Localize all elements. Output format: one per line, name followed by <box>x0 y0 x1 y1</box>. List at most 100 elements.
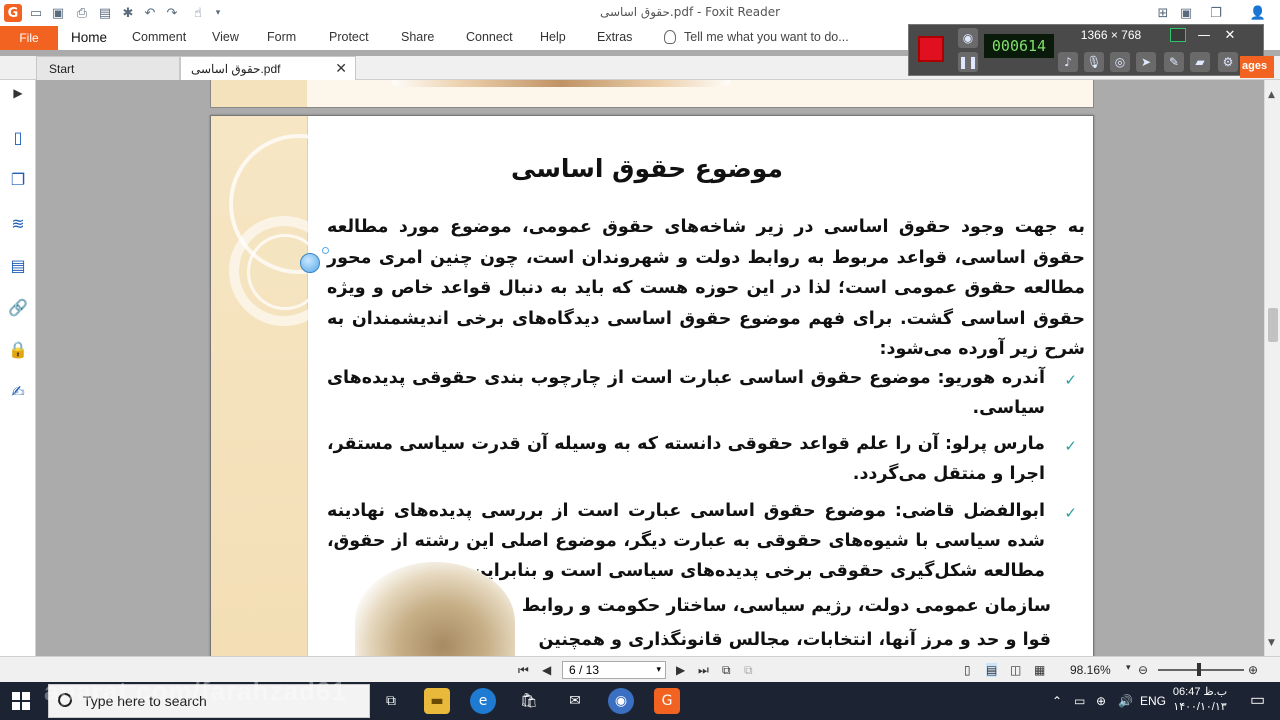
close-tab-icon[interactable]: ✕ <box>335 60 347 77</box>
tab-document-label: حقوق اساسی.pdf <box>191 62 281 76</box>
recorder-window-icon[interactable] <box>1170 28 1186 42</box>
single-page-view-icon[interactable]: ▯ <box>964 663 971 677</box>
selection-handle[interactable] <box>300 253 320 273</box>
taskbar-search-box[interactable]: Type here to search <box>48 684 370 718</box>
mail-icon[interactable]: ✉ <box>562 688 588 714</box>
first-page-icon[interactable]: ⏮ <box>518 663 529 678</box>
tab-comment[interactable]: Comment <box>132 30 186 44</box>
hand-tool-icon[interactable]: ☝ <box>188 3 208 23</box>
network-icon[interactable]: ▭ <box>1074 694 1085 708</box>
record-stop-button[interactable] <box>918 36 944 62</box>
edge-browser-icon[interactable]: e <box>470 688 496 714</box>
previous-page-icon[interactable]: ◀ <box>542 663 551 677</box>
settings-gear-icon[interactable]: ⚙ <box>1218 52 1238 72</box>
recorder-minimize-icon[interactable]: — <box>1196 28 1212 43</box>
vertical-scrollbar[interactable]: ▲ ▼ <box>1264 80 1280 656</box>
scroll-up-arrow-icon[interactable]: ▲ <box>1268 90 1275 100</box>
zoom-out-icon[interactable]: ⊖ <box>1138 663 1148 677</box>
tab-current-document[interactable]: حقوق اساسی.pdf ✕ <box>180 56 356 80</box>
pen-icon[interactable]: ✎ <box>1164 52 1184 72</box>
save-icon[interactable]: ▣ <box>48 3 68 23</box>
recorder-close-icon[interactable]: ✕ <box>1222 28 1238 43</box>
facing-view-icon[interactable]: ◫ <box>1010 663 1021 677</box>
comments-icon[interactable]: ▤ <box>7 254 29 276</box>
checkmark-icon: ✓ <box>1064 504 1077 522</box>
tell-me-label: Tell me what you want to do... <box>684 30 849 44</box>
camera-icon[interactable]: ◉ <box>958 28 978 48</box>
tab-protect[interactable]: Protect <box>329 30 369 44</box>
print-icon[interactable]: ⎙ <box>72 3 92 23</box>
page-number-input[interactable]: 6 / 13 ▾ <box>562 661 666 679</box>
tab-connect[interactable]: Connect <box>466 30 513 44</box>
last-page-icon[interactable]: ⏭ <box>698 663 709 678</box>
pages-thumbnail-icon[interactable]: ❐ <box>7 168 29 190</box>
zoom-level[interactable]: 98.16% <box>1070 663 1111 677</box>
scan-icon[interactable]: ▤ <box>95 3 115 23</box>
cursor-icon[interactable]: ➤ <box>1136 52 1156 72</box>
scroll-thumb[interactable] <box>1268 308 1278 342</box>
user-icon[interactable]: 👤 <box>1248 3 1268 23</box>
security-lock-icon[interactable]: 🔒 <box>7 338 29 360</box>
expand-panel-arrow-icon[interactable]: ▶ <box>7 82 29 104</box>
foxit-app-icon[interactable]: G <box>4 4 22 22</box>
next-view-icon[interactable]: ⧉ <box>744 663 753 678</box>
task-view-icon[interactable]: ⧉ <box>378 688 404 714</box>
status-bar: ⏮ ◀ 6 / 13 ▾ ▶ ⏭ ⧉ ⧉ ▯ ▤ ◫ ▦ 98.16% ▾ ⊖ … <box>0 656 1280 682</box>
scroll-down-arrow-icon[interactable]: ▼ <box>1268 638 1275 648</box>
tab-form[interactable]: Form <box>267 30 296 44</box>
restore-icon[interactable]: ❐ <box>1206 3 1226 23</box>
signature-icon[interactable]: ✍ <box>7 380 29 402</box>
tab-share[interactable]: Share <box>401 30 434 44</box>
customize-qa-chevron-icon[interactable]: ▾ <box>208 3 228 23</box>
clock-time: 06:47 ب.ظ <box>1172 686 1228 698</box>
input-language[interactable]: ENG <box>1140 694 1166 708</box>
notifications-icon[interactable]: ▭ <box>1250 690 1265 710</box>
browser-icon[interactable]: ◉ <box>608 688 634 714</box>
zoom-slider-thumb[interactable] <box>1197 663 1201 676</box>
webcam-icon[interactable]: ◎ <box>1110 52 1130 72</box>
create-pdf-icon[interactable]: ✱ <box>118 3 138 23</box>
bookmark-icon[interactable]: ▯ <box>7 126 29 148</box>
list-item-text: مارس پرلو: آن را علم قواعد حقوقی دانسته … <box>327 434 1045 484</box>
zoom-slider-track[interactable] <box>1158 669 1244 671</box>
file-explorer-icon[interactable]: ▬ <box>424 688 450 714</box>
windows-start-icon[interactable] <box>12 692 30 710</box>
foxit-taskbar-icon[interactable]: G <box>654 688 680 714</box>
orange-side-label: ages <box>1240 56 1274 78</box>
tab-extras[interactable]: Extras <box>597 30 632 44</box>
show-hidden-icons-chevron-icon[interactable]: ⌃ <box>1052 694 1062 708</box>
continuous-facing-view-icon[interactable]: ▦ <box>1034 663 1045 677</box>
file-tab[interactable]: File <box>0 26 58 50</box>
tab-home[interactable]: Home <box>71 30 107 45</box>
tab-help[interactable]: Help <box>540 30 566 44</box>
tell-me-search[interactable]: Tell me what you want to do... <box>664 30 849 44</box>
folder-icon[interactable]: ▰ <box>1190 52 1210 72</box>
microsoft-store-icon[interactable]: 🛍 <box>516 688 542 714</box>
microphone-icon[interactable]: 🎙 <box>1084 52 1104 72</box>
undo-icon[interactable]: ↶ <box>140 3 160 23</box>
layout-grid-icon[interactable]: ⊞ <box>1153 3 1173 23</box>
volume-icon[interactable]: 🔊 <box>1118 694 1133 708</box>
system-clock[interactable]: 06:47 ب.ظ ۱۴۰۰/۱۰/۱۳ <box>1170 685 1230 715</box>
document-workspace[interactable]: موضوع حقوق اساسی به جهت وجود حقوق اساسی … <box>36 80 1264 656</box>
globe-icon[interactable]: ⊕ <box>1096 694 1106 708</box>
redo-icon[interactable]: ↷ <box>162 3 182 23</box>
pdf-page: موضوع حقوق اساسی به جهت وجود حقوق اساسی … <box>210 115 1094 656</box>
open-folder-icon[interactable]: ▭ <box>26 3 46 23</box>
next-page-icon[interactable]: ▶ <box>676 663 685 677</box>
pause-button[interactable]: ❚❚ <box>958 52 978 72</box>
lightbulb-icon <box>664 30 676 44</box>
speaker-icon[interactable]: ♪ <box>1058 52 1078 72</box>
ribbon-toggle-icon[interactable]: ▣ <box>1176 3 1196 23</box>
zoom-in-icon[interactable]: ⊕ <box>1248 663 1258 677</box>
previous-view-icon[interactable]: ⧉ <box>722 663 731 678</box>
zoom-dropdown-chevron-icon[interactable]: ▾ <box>1126 663 1131 673</box>
tab-start-page[interactable]: Start <box>36 56 180 80</box>
layers-icon[interactable]: ≋ <box>7 212 29 234</box>
attachment-icon[interactable]: 🔗 <box>7 296 29 318</box>
page-number-label: 6 / 13 <box>569 663 600 677</box>
tab-view[interactable]: View <box>212 30 239 44</box>
page-dropdown-chevron-icon[interactable]: ▾ <box>656 664 661 675</box>
continuous-view-icon[interactable]: ▤ <box>986 663 998 677</box>
foxit-reader-window: G ▭ ▣ ⎙ ▤ ✱ ↶ ↷ ☝ ▾ حقوق اساسی.pdf - Fox… <box>0 0 1280 720</box>
